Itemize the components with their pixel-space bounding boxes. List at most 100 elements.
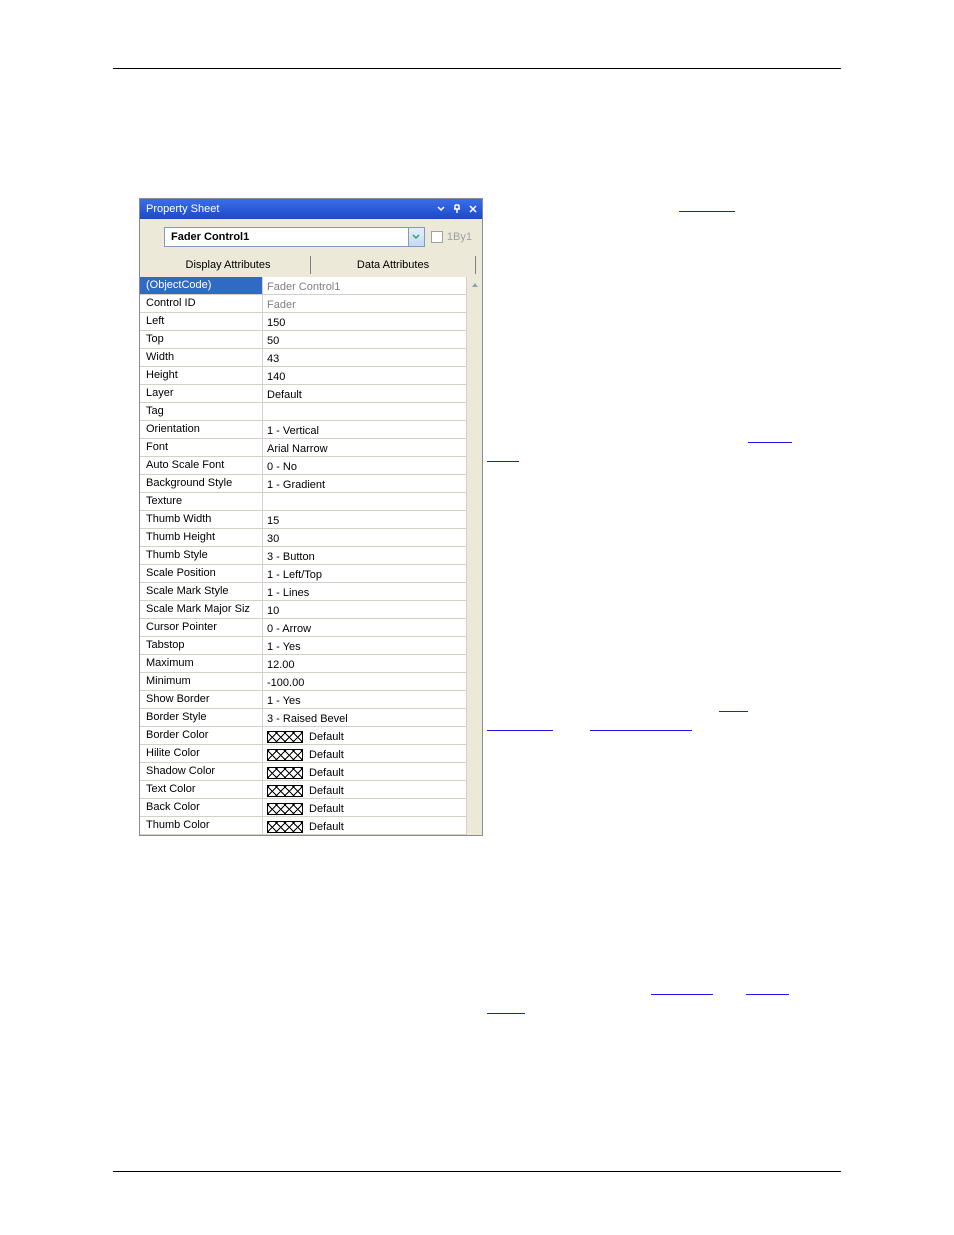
property-value[interactable]: 140 <box>262 367 466 384</box>
property-row[interactable]: Tag <box>140 403 466 421</box>
property-row[interactable]: Top50 <box>140 331 466 349</box>
property-value[interactable] <box>262 403 466 420</box>
property-value-text: 0 - Arrow <box>267 623 311 635</box>
property-label: Scale Position <box>140 565 262 582</box>
color-swatch[interactable] <box>267 803 303 815</box>
property-value[interactable]: Default <box>262 727 466 744</box>
property-value[interactable]: -100.00 <box>262 673 466 690</box>
property-value[interactable]: 43 <box>262 349 466 366</box>
property-value[interactable]: 3 - Button <box>262 547 466 564</box>
property-row[interactable]: Minimum-100.00 <box>140 673 466 691</box>
color-swatch[interactable] <box>267 767 303 779</box>
property-value[interactable]: Default <box>262 763 466 780</box>
tab-separator-right <box>475 256 476 274</box>
property-value[interactable]: 15 <box>262 511 466 528</box>
property-value-text: 3 - Raised Bevel <box>267 713 348 725</box>
property-value-text: 1 - Gradient <box>267 479 325 491</box>
property-row[interactable]: Thumb ColorDefault <box>140 817 466 835</box>
property-row[interactable]: Back ColorDefault <box>140 799 466 817</box>
hyperlink-underline <box>487 461 519 462</box>
object-select[interactable]: Fader Control1 <box>164 227 425 247</box>
hyperlink-underline <box>748 442 792 443</box>
property-row[interactable]: Thumb Style3 - Button <box>140 547 466 565</box>
property-label: Top <box>140 331 262 348</box>
property-row[interactable]: Control IDFader <box>140 295 466 313</box>
property-value[interactable]: 0 - Arrow <box>262 619 466 636</box>
property-value[interactable]: Fader Control1 <box>262 277 466 294</box>
property-row[interactable]: Orientation1 - Vertical <box>140 421 466 439</box>
property-value[interactable]: Default <box>262 817 466 834</box>
property-row[interactable]: Left150 <box>140 313 466 331</box>
property-row[interactable]: Thumb Height30 <box>140 529 466 547</box>
property-value[interactable]: Default <box>262 745 466 762</box>
page-top-rule <box>113 68 841 69</box>
color-swatch[interactable] <box>267 785 303 797</box>
checkbox-box[interactable] <box>431 231 443 243</box>
property-value[interactable]: 50 <box>262 331 466 348</box>
dropdown-icon[interactable] <box>436 204 446 214</box>
property-value[interactable]: 1 - Lines <box>262 583 466 600</box>
color-swatch[interactable] <box>267 731 303 743</box>
property-row[interactable]: Border Style3 - Raised Bevel <box>140 709 466 727</box>
property-value[interactable]: 1 - Yes <box>262 637 466 654</box>
property-row[interactable]: Thumb Width15 <box>140 511 466 529</box>
property-value-text: 43 <box>267 353 279 365</box>
property-value[interactable]: 1 - Yes <box>262 691 466 708</box>
property-value-text: Default <box>309 803 344 815</box>
property-value-text: Default <box>309 785 344 797</box>
property-row[interactable]: Width43 <box>140 349 466 367</box>
property-row[interactable]: Tabstop1 - Yes <box>140 637 466 655</box>
property-row[interactable]: Shadow ColorDefault <box>140 763 466 781</box>
property-row[interactable]: Show Border1 - Yes <box>140 691 466 709</box>
property-row[interactable]: Scale Mark Style1 - Lines <box>140 583 466 601</box>
property-row[interactable]: Texture <box>140 493 466 511</box>
property-value[interactable]: Default <box>262 799 466 816</box>
property-row[interactable]: LayerDefault <box>140 385 466 403</box>
property-row[interactable]: Auto Scale Font0 - No <box>140 457 466 475</box>
property-row[interactable]: Scale Mark Major Siz10 <box>140 601 466 619</box>
property-label: Texture <box>140 493 262 510</box>
oneby1-label: 1By1 <box>447 231 472 243</box>
property-value[interactable]: 30 <box>262 529 466 546</box>
close-icon[interactable] <box>468 204 478 214</box>
vertical-scrollbar[interactable] <box>466 277 482 835</box>
oneby1-checkbox[interactable]: 1By1 <box>431 231 472 243</box>
property-row[interactable]: FontArial Narrow <box>140 439 466 457</box>
property-value[interactable]: 10 <box>262 601 466 618</box>
object-select-button[interactable] <box>408 228 424 246</box>
property-value[interactable]: 3 - Raised Bevel <box>262 709 466 726</box>
pin-icon[interactable] <box>452 204 462 214</box>
property-value[interactable]: Arial Narrow <box>262 439 466 456</box>
property-value[interactable]: 1 - Left/Top <box>262 565 466 582</box>
object-selector-row: Fader Control1 1By1 <box>140 219 482 253</box>
color-swatch[interactable] <box>267 821 303 833</box>
property-label: Orientation <box>140 421 262 438</box>
property-row[interactable]: Scale Position1 - Left/Top <box>140 565 466 583</box>
property-row[interactable]: Hilite ColorDefault <box>140 745 466 763</box>
property-row[interactable]: (ObjectCode)Fader Control1 <box>140 277 466 295</box>
property-row[interactable]: Background Style1 - Gradient <box>140 475 466 493</box>
color-swatch[interactable] <box>267 749 303 761</box>
object-select-value: Fader Control1 <box>165 231 408 243</box>
property-value[interactable]: 0 - No <box>262 457 466 474</box>
property-label: Text Color <box>140 781 262 798</box>
property-value[interactable]: Default <box>262 781 466 798</box>
property-value[interactable]: 150 <box>262 313 466 330</box>
property-value[interactable]: Fader <box>262 295 466 312</box>
scroll-up-button[interactable] <box>467 277 482 293</box>
property-row[interactable]: Border ColorDefault <box>140 727 466 745</box>
property-row[interactable]: Maximum12.00 <box>140 655 466 673</box>
tab-data-attributes[interactable]: Data Attributes <box>311 253 475 277</box>
property-row[interactable]: Cursor Pointer0 - Arrow <box>140 619 466 637</box>
property-value[interactable]: 12.00 <box>262 655 466 672</box>
property-value-text: Fader <box>267 299 296 311</box>
hyperlink-underline <box>719 711 748 712</box>
property-value[interactable]: Default <box>262 385 466 402</box>
tab-display-attributes[interactable]: Display Attributes <box>146 253 310 277</box>
property-value[interactable]: 1 - Vertical <box>262 421 466 438</box>
property-row[interactable]: Height140 <box>140 367 466 385</box>
property-row[interactable]: Text Color Default <box>140 781 466 799</box>
property-value[interactable] <box>262 493 466 510</box>
property-value[interactable]: 1 - Gradient <box>262 475 466 492</box>
property-label: Scale Mark Style <box>140 583 262 600</box>
